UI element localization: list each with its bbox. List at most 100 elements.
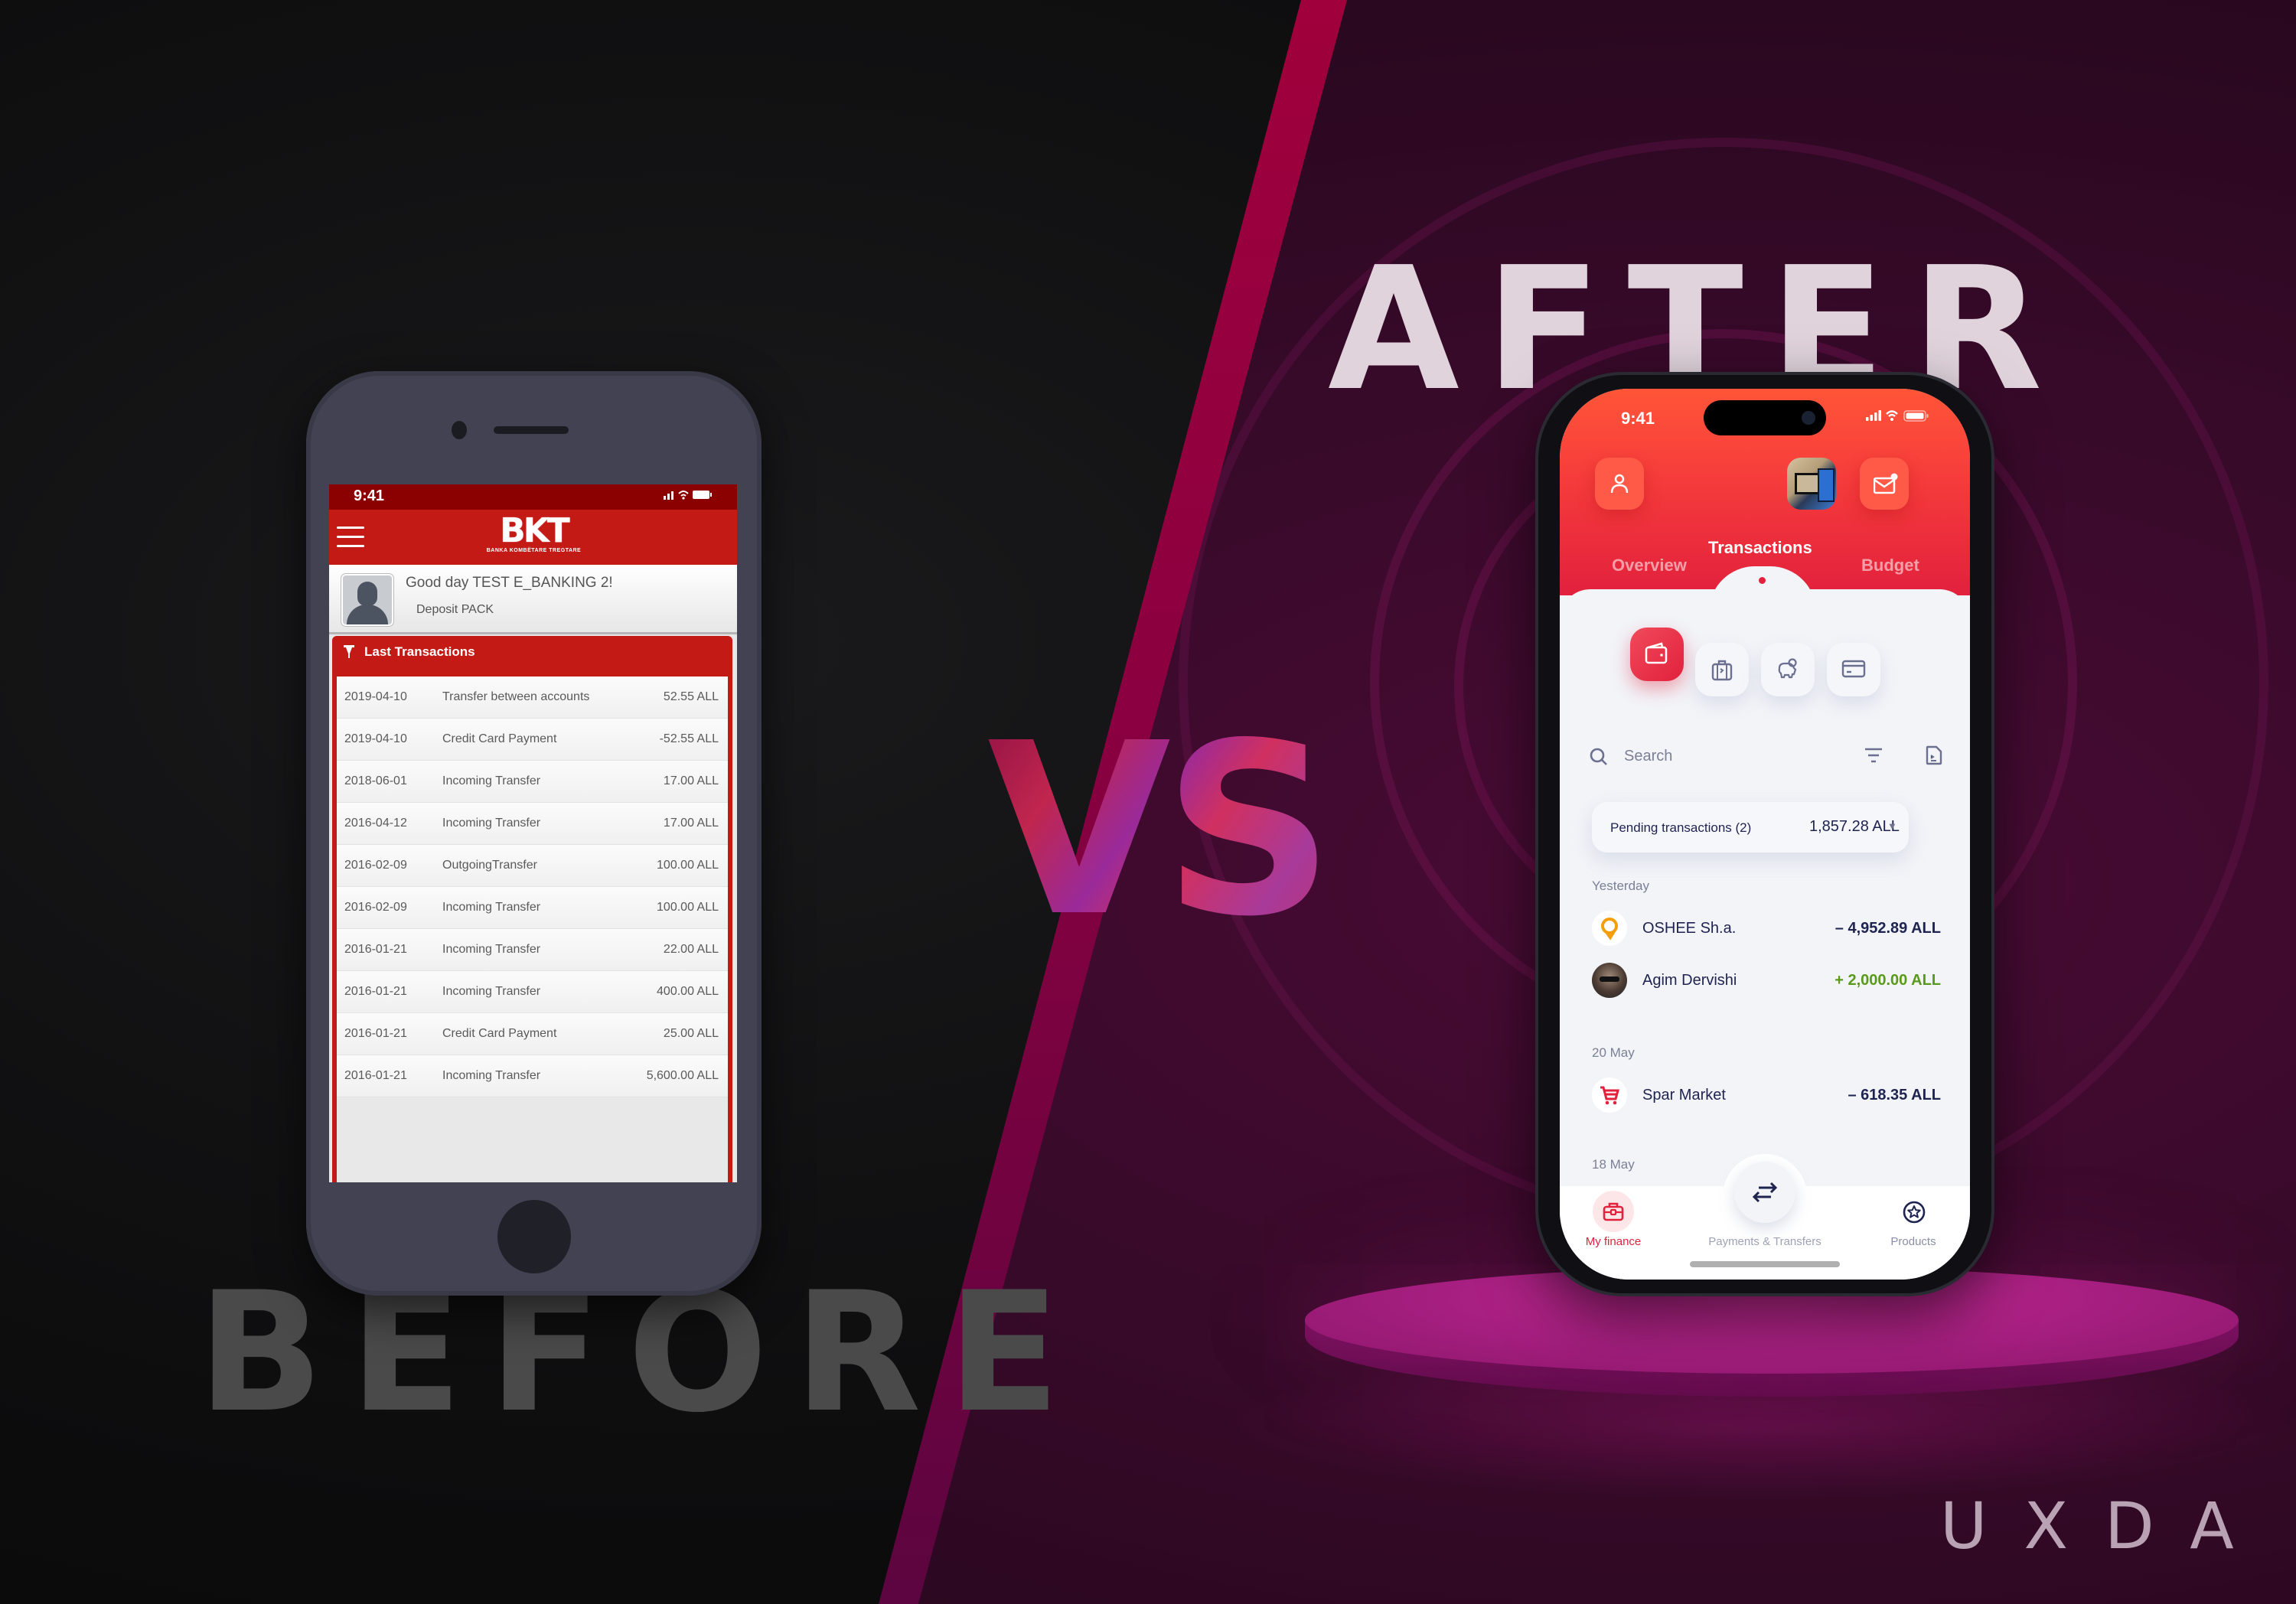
tx-amount: + 2,000.00 ALL [1835, 972, 1941, 989]
old-phone-mockup: 9:41 BKT BANKA KOMBËTARE TREGTARE Good d… [306, 371, 762, 1296]
table-row[interactable]: 2016-04-12 Incoming Transfer 17.00 ALL [337, 803, 728, 845]
vs-headline: VS [987, 693, 1334, 969]
tx-amount: 5,600.00 ALL [646, 1069, 719, 1082]
uxda-logo: UXDA [1940, 1488, 2271, 1563]
home-button[interactable] [497, 1200, 571, 1273]
home-indicator [1690, 1261, 1840, 1267]
nav-payments-transfers[interactable]: Payments & Transfers [1688, 1191, 1841, 1248]
search-icon [1590, 748, 1607, 765]
pending-transactions-card[interactable]: Pending transactions (2) 1,857.28 ALL ▼ [1592, 802, 1909, 853]
tx-name: Spar Market [1642, 1087, 1726, 1104]
category-travel-button[interactable] [1695, 643, 1749, 696]
tx-description: Incoming Transfer [442, 985, 541, 998]
tx-date: 2019-04-10 [344, 690, 407, 703]
tx-date: 2016-01-21 [344, 1027, 407, 1040]
export-document-icon[interactable] [1926, 745, 1942, 765]
package-name: Deposit PACK [416, 603, 494, 616]
table-row[interactable]: 2018-06-01 Incoming Transfer 17.00 ALL [337, 761, 728, 803]
tx-description: Credit Card Payment [442, 732, 557, 745]
table-row[interactable]: 2016-02-09 Incoming Transfer 100.00 ALL [337, 887, 728, 929]
tx-amount: 17.00 ALL [663, 774, 719, 787]
category-cards-button[interactable] [1827, 643, 1880, 696]
tx-amount: – 618.35 ALL [1848, 1087, 1941, 1104]
profile-button[interactable] [1595, 458, 1644, 510]
tx-amount: 100.00 ALL [657, 859, 719, 872]
tx-date: 2019-04-10 [344, 732, 407, 745]
date-group-label: 20 May [1592, 1045, 1635, 1060]
status-icons [664, 488, 713, 504]
tab-overview[interactable]: Overview [1612, 556, 1687, 575]
tx-amount: 52.55 ALL [663, 690, 719, 703]
table-row[interactable]: 2016-01-21 Credit Card Payment 25.00 ALL [337, 1013, 728, 1055]
greeting-bar: Good day TEST E_BANKING 2! Deposit PACK [329, 565, 737, 634]
pending-label: Pending transactions (2) [1610, 820, 1752, 835]
tx-date: 2018-06-01 [344, 774, 407, 787]
tx-description: Incoming Transfer [442, 901, 541, 914]
list-item[interactable]: Agim Dervishi + 2,000.00 ALL [1592, 961, 1941, 1001]
oshee-logo-icon [1592, 911, 1627, 946]
transactions-list: 2019-04-10 Transfer between accounts 52.55… [337, 676, 728, 1182]
app-header: 9:41 Overview Transactions Budget [1560, 389, 1970, 595]
logo-mark: BKT [500, 511, 570, 550]
status-time: 9:41 [354, 487, 385, 504]
tx-amount: 100.00 ALL [657, 901, 719, 914]
table-row[interactable]: 2016-01-21 Incoming Transfer 5,600.00 ALL [337, 1055, 728, 1097]
filter-icon[interactable] [1864, 747, 1883, 764]
date-group-label: Yesterday [1592, 879, 1649, 893]
tx-amount: 17.00 ALL [663, 817, 719, 830]
tx-amount: 400.00 ALL [657, 985, 719, 998]
search-input[interactable] [1623, 744, 1817, 768]
nav-label: My finance [1585, 1235, 1642, 1248]
greeting-text: Good day TEST E_BANKING 2! [406, 575, 613, 591]
nav-label: Products [1890, 1235, 1936, 1248]
transactions-icon [343, 644, 355, 660]
tx-amount: 22.00 ALL [663, 943, 719, 956]
camera-icon [1802, 411, 1815, 425]
search-bar [1589, 741, 1942, 771]
nav-label: Payments & Transfers [1708, 1235, 1821, 1248]
tx-description: OutgoingTransfer [442, 859, 537, 872]
tx-amount: 25.00 ALL [663, 1027, 719, 1040]
tx-description: Transfer between accounts [442, 690, 590, 703]
table-row[interactable]: 2019-04-10 Credit Card Payment -52.55 ALL [337, 719, 728, 761]
status-bar: 9:41 [329, 484, 737, 510]
logo-subtitle: BANKA KOMBËTARE TREGTARE [486, 548, 582, 553]
nav-my-finance[interactable]: My finance [1567, 1191, 1659, 1248]
chevron-down-icon[interactable]: ▼ [1887, 820, 1897, 832]
avatar-placeholder[interactable] [341, 574, 393, 626]
briefcase-icon [1593, 1191, 1634, 1232]
piggy-bank-icon [1778, 658, 1797, 679]
bkt-logo: BKT BANKA KOMBËTARE TREGTARE [486, 514, 582, 560]
tab-budget[interactable]: Budget [1861, 556, 1919, 575]
status-icons [1866, 409, 1932, 426]
pending-amount: 1,857.28 ALL [1809, 818, 1900, 835]
nav-products[interactable]: Products [1867, 1191, 1959, 1248]
table-row[interactable]: 2016-01-21 Incoming Transfer 400.00 ALL [337, 971, 728, 1013]
tx-description: Incoming Transfer [442, 943, 541, 956]
tx-date: 2016-04-12 [344, 817, 407, 830]
tx-date: 2016-01-21 [344, 1069, 407, 1082]
speaker-grille [494, 426, 569, 434]
hamburger-menu-icon[interactable] [337, 527, 364, 548]
top-nav-bar: BKT BANKA KOMBËTARE TREGTARE [329, 510, 737, 565]
signal-wifi-battery-icon [1866, 410, 1929, 422]
list-item[interactable]: Spar Market – 618.35 ALL [1592, 1076, 1941, 1116]
star-circle-icon [1893, 1191, 1934, 1232]
last-transactions-panel: Last Transactions 2019-04-10 Transfer bet… [332, 636, 732, 1182]
category-wallet-button[interactable] [1630, 628, 1684, 681]
tx-date: 2016-01-21 [344, 985, 407, 998]
list-item[interactable]: OSHEE Sh.a. – 4,952.89 ALL [1592, 909, 1941, 949]
new-app-screen: 9:41 Overview Transactions Budget Search… [1560, 389, 1970, 1280]
mail-notification-icon [1874, 473, 1898, 494]
table-row[interactable]: 2019-04-10 Transfer between accounts 52.55… [337, 676, 728, 719]
promo-thumbnail[interactable] [1787, 458, 1836, 510]
status-time: 9:41 [1621, 409, 1655, 428]
table-row[interactable]: 2016-02-09 OutgoingTransfer 100.00 ALL [337, 845, 728, 887]
table-row[interactable]: 2016-01-21 Incoming Transfer 22.00 ALL [337, 929, 728, 971]
signal-wifi-battery-icon [664, 491, 712, 500]
wallet-icon [1645, 642, 1668, 664]
tab-transactions[interactable]: Transactions [1708, 538, 1812, 558]
category-savings-button[interactable] [1761, 643, 1815, 696]
tx-description: Incoming Transfer [442, 817, 541, 830]
messages-button[interactable] [1860, 458, 1909, 510]
